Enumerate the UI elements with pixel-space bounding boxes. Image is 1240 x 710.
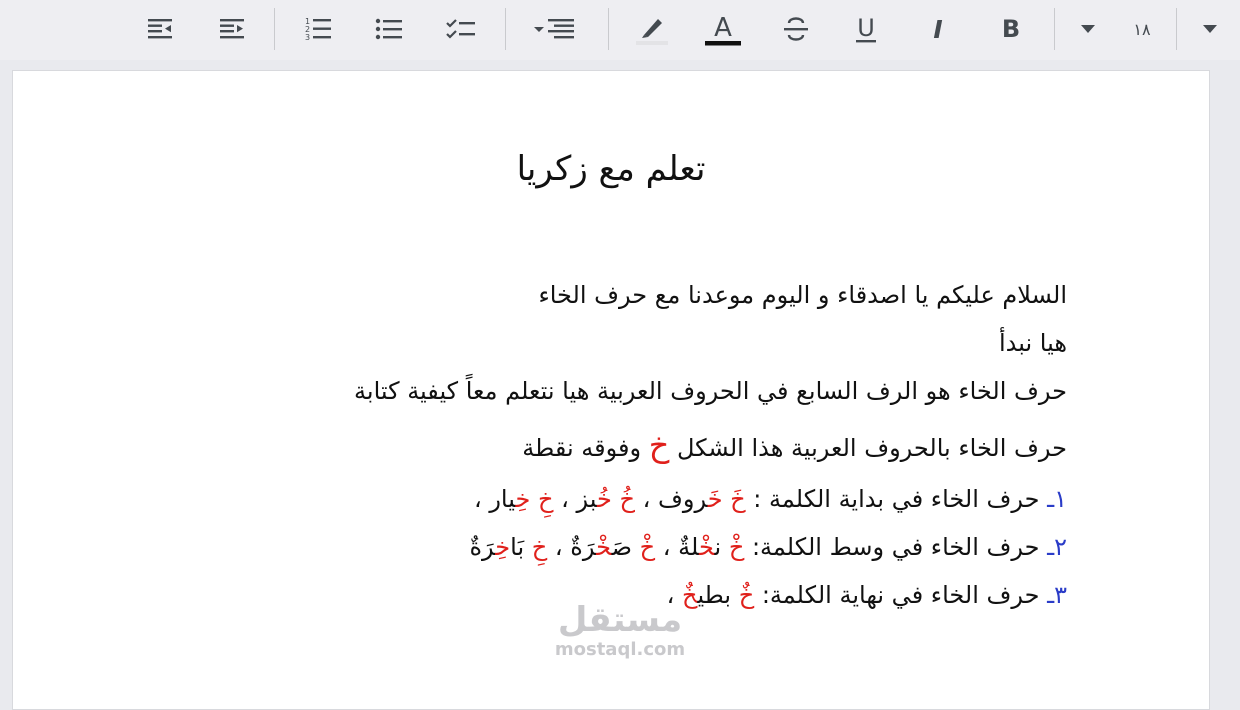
example-word-red: خٌ [681,581,698,609]
bulleted-list-icon[interactable] [369,9,409,49]
list-item-label: حرف الخاء في نهاية الكلمة: [754,581,1048,609]
checklist-icon[interactable] [441,9,481,49]
letter-khaa-highlight: خ [648,426,670,464]
strikethrough-icon[interactable] [776,9,816,49]
list-item: ٢ـ حرف الخاء في وسط الكلمة: خْ نخْلةٌ ، … [469,533,1067,561]
list-item-label: حرف الخاء في وسط الكلمة: [744,533,1048,561]
example-word-post: رَةٌ [469,533,496,561]
paragraph-letter-shape: حرف الخاء بالحروف العربية هذا الشكل خ وف… [167,415,1067,475]
numbered-list-icon[interactable]: 1 2 3 [298,9,338,49]
document-title: تعلم مع زكريا [516,149,706,189]
toolbar-separator [1054,8,1055,50]
list-number: ٣ـ [1047,581,1067,609]
list-item-label: حرف الخاء في بداية الكلمة : [745,485,1048,513]
more-chevron-down-icon[interactable] [1190,9,1230,49]
align-dropdown-icon[interactable] [526,9,582,49]
text-color-icon[interactable]: A [703,9,743,49]
example-word-red: خُ [596,485,612,513]
example-word-red: خَ [707,485,723,513]
example-letter: خِ [531,533,548,561]
example-word-red: خْ [698,533,715,561]
document-body: السلام عليكم يا اصدقاء و اليوم موعدنا مع… [167,271,1067,619]
italic-button[interactable]: I [918,9,958,49]
example-letter: خُ [619,485,635,513]
list-number: ٢ـ [1047,533,1067,561]
formatting-toolbar: 1 2 3 A U I B ١٨ [0,0,1240,60]
svg-text:U: U [857,14,875,42]
example-letter: خْ [639,533,656,561]
example-word-post: لةٌ [678,533,699,561]
paragraph-start: هيا نبدأ [998,329,1067,357]
example-word-pre: بطي [697,581,732,609]
font-size-value[interactable]: ١٨ [1122,9,1162,49]
list-number: ١ـ [1047,485,1067,513]
example-word-pre: صَ [611,533,633,561]
example-letter: خٌ [738,581,755,609]
example-word-rest: روف [657,485,708,513]
underline-icon[interactable]: U [846,9,886,49]
example-letter: خِ [537,485,554,513]
example-word-red: خْ [596,533,612,561]
svg-text:A: A [714,13,732,43]
bold-button[interactable]: B [991,9,1031,49]
example-word-rest: يار [489,485,516,513]
highlight-icon[interactable] [632,9,672,49]
example-letter: خَ [730,485,746,513]
list-item: ١ـ حرف الخاء في بداية الكلمة : خَ خَروف … [473,485,1067,513]
example-word-pre: ن [714,533,722,561]
paragraph-intro: حرف الخاء هو الرف السابع في الحروف العرب… [354,377,1067,405]
list-item: ٣ـ حرف الخاء في نهاية الكلمة: خٌ بطيخٌ ، [666,581,1067,609]
indent-increase-icon[interactable] [212,9,252,49]
example-word-rest: بز [576,485,597,513]
indent-decrease-icon[interactable] [140,9,180,49]
toolbar-separator [505,8,506,50]
example-letter: خْ [728,533,745,561]
letter-shape-text-after: وفوقه نقطة [522,434,649,462]
font-size-chevron-down-icon[interactable] [1068,9,1108,49]
example-word-red: خِ [495,533,511,561]
letter-shape-text-before: حرف الخاء بالحروف العربية هذا الشكل [669,434,1067,462]
example-word-post: رَةٌ [570,533,597,561]
example-word-red: خِ [515,485,531,513]
paragraph-greeting: السلام عليكم يا اصدقاء و اليوم موعدنا مع… [538,281,1067,309]
toolbar-separator [1176,8,1177,50]
toolbar-separator [274,8,275,50]
toolbar-separator [608,8,609,50]
document-page[interactable]: تعلم مع زكريا السلام عليكم يا اصدقاء و ا… [12,70,1210,710]
svg-text:3: 3 [305,33,310,42]
example-word-pre: بَا [510,533,525,561]
